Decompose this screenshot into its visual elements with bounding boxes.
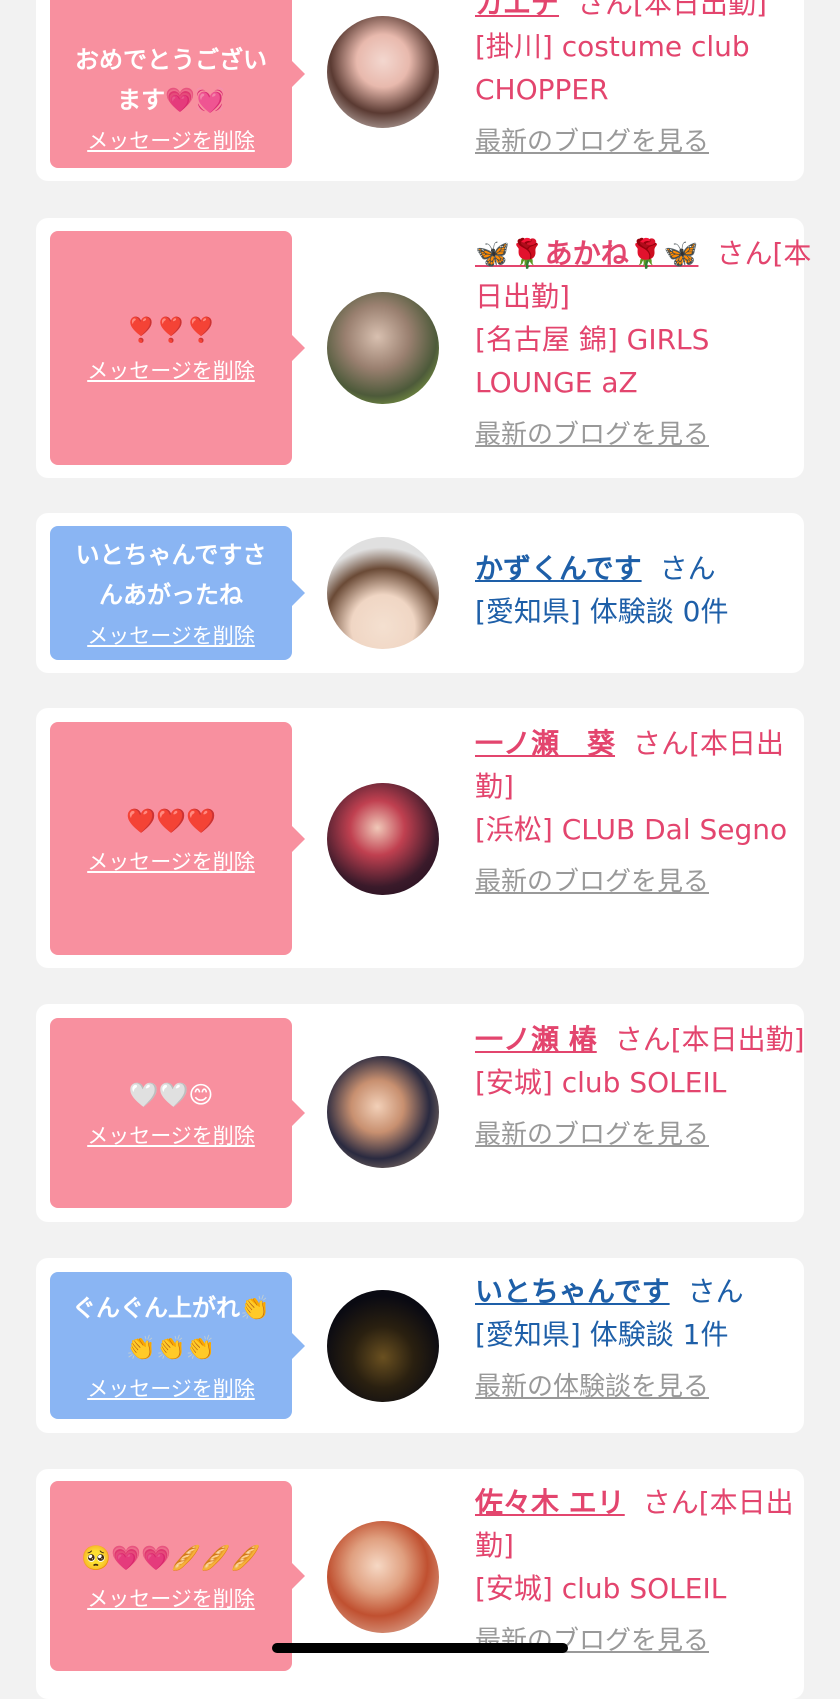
delete-message-link[interactable]: メッセージを削除: [87, 1121, 255, 1151]
message-bubble: いとちゃんですさ んあがったね メッセージを削除: [50, 526, 305, 660]
message-text: 🤍🤍😊: [128, 1081, 214, 1109]
user-info: 一ノ瀬 椿さん[本日出勤] [安城] club SOLEIL 最新のブログを見る: [475, 1018, 815, 1157]
user-name-link[interactable]: かずくんです: [475, 552, 642, 585]
message-bubble: おめでとうござい ます💗💓 メッセージを削除: [50, 0, 305, 168]
message-bubble: ❤️❤️❤️ メッセージを削除: [50, 722, 305, 955]
message-text: おめでとうござい ます💗💓: [75, 46, 267, 114]
user-status: さん[本日出勤]: [577, 0, 767, 20]
delete-message-link[interactable]: メッセージを削除: [87, 1374, 255, 1404]
delete-message-link[interactable]: メッセージを削除: [87, 621, 255, 651]
message-card: いとちゃんですさ んあがったね メッセージを削除 かずくんです さん [愛知県] …: [36, 513, 804, 673]
avatar[interactable]: [327, 783, 439, 895]
latest-blog-link[interactable]: 最新のブログを見る: [475, 861, 815, 904]
message-card: おめでとうござい ます💗💓 メッセージを削除 カエデ さん[本日出勤] [掛川] …: [36, 0, 804, 181]
user-name-link[interactable]: 🦋🌹あかね🌹🦋: [475, 237, 698, 270]
user-status: さん[本日出勤]: [614, 1023, 805, 1056]
message-card: ❤️❤️❤️ メッセージを削除 一ノ瀬 葵さん[本日出勤] [浜松] CLUB …: [36, 708, 804, 968]
message-bubble: 🤍🤍😊 メッセージを削除: [50, 1018, 305, 1208]
shop-name: [浜松] CLUB Dal Segno: [475, 813, 788, 846]
message-text: ❤️❤️❤️: [126, 806, 216, 835]
delete-message-link[interactable]: メッセージを削除: [87, 1584, 255, 1614]
shop-name: [名古屋 錦] GIRLS LOUNGE aZ: [475, 323, 710, 399]
user-status: さん: [687, 1275, 744, 1308]
shop-name: [愛知県] 体験談 1件: [475, 1318, 729, 1351]
avatar[interactable]: [327, 16, 439, 128]
avatar[interactable]: [327, 1290, 439, 1402]
message-bubble: 🥺💗💗🥖🥖🥖 メッセージを削除: [50, 1481, 305, 1671]
latest-blog-link[interactable]: 最新のブログを見る: [475, 1620, 815, 1663]
message-text: ぐんぐん上がれ👏 👏👏👏: [72, 1293, 270, 1362]
home-indicator[interactable]: [272, 1643, 568, 1653]
message-card: 🤍🤍😊 メッセージを削除 一ノ瀬 椿さん[本日出勤] [安城] club SOL…: [36, 1004, 805, 1222]
user-name-link[interactable]: いとちゃんです: [475, 1275, 670, 1308]
message-card: ❣️❣️❣️ メッセージを削除 🦋🌹あかね🌹🦋 さん[本日出勤] [名古屋 錦] …: [36, 218, 811, 478]
shop-name: [掛川] costume club CHOPPER: [475, 30, 750, 106]
latest-blog-link[interactable]: 最新のブログを見る: [475, 414, 815, 457]
user-info: 佐々木 エリ さん[本日出勤] [安城] club SOLEIL 最新のブログを見…: [475, 1481, 815, 1663]
user-name-link[interactable]: 一ノ瀬 葵: [475, 727, 615, 760]
delete-message-link[interactable]: メッセージを削除: [87, 356, 255, 386]
avatar[interactable]: [327, 1056, 439, 1168]
shop-name: [愛知県] 体験談 0件: [475, 595, 729, 628]
message-text: 🥺💗💗🥖🥖🥖: [81, 1544, 261, 1572]
message-card: 🥺💗💗🥖🥖🥖 メッセージを削除 佐々木 エリ さん[本日出勤] [安城] club…: [36, 1469, 804, 1699]
message-text: いとちゃんですさ んあがったね: [75, 541, 267, 609]
avatar[interactable]: [327, 537, 439, 649]
message-card: ぐんぐん上がれ👏 👏👏👏 メッセージを削除 いとちゃんです さん [愛知県] 体験…: [36, 1258, 804, 1433]
avatar[interactable]: [327, 1521, 439, 1633]
delete-message-link[interactable]: メッセージを削除: [87, 847, 255, 877]
user-name-link[interactable]: 一ノ瀬 椿: [475, 1023, 597, 1056]
shop-name: [安城] club SOLEIL: [475, 1572, 727, 1605]
user-info: いとちゃんです さん [愛知県] 体験談 1件 最新の体験談を見る: [475, 1270, 815, 1409]
user-status: さん: [659, 552, 716, 585]
message-bubble: ぐんぐん上がれ👏 👏👏👏 メッセージを削除: [50, 1272, 305, 1419]
user-info: かずくんです さん [愛知県] 体験談 0件: [475, 547, 815, 633]
user-name-link[interactable]: カエデ: [475, 0, 559, 20]
user-info: カエデ さん[本日出勤] [掛川] costume club CHOPPER 最新…: [475, 0, 815, 164]
latest-blog-link[interactable]: 最新のブログを見る: [475, 121, 815, 164]
user-info: 一ノ瀬 葵さん[本日出勤] [浜松] CLUB Dal Segno 最新のブログ…: [475, 722, 815, 904]
message-text: ❣️❣️❣️: [126, 316, 216, 344]
user-name-link[interactable]: 佐々木 エリ: [475, 1486, 625, 1519]
latest-blog-link[interactable]: 最新のブログを見る: [475, 1114, 815, 1157]
shop-name: [安城] club SOLEIL: [475, 1066, 727, 1099]
avatar[interactable]: [327, 292, 439, 404]
user-info: 🦋🌹あかね🌹🦋 さん[本日出勤] [名古屋 錦] GIRLS LOUNGE aZ …: [475, 232, 815, 457]
latest-experience-link[interactable]: 最新の体験談を見る: [475, 1366, 815, 1409]
message-bubble: ❣️❣️❣️ メッセージを削除: [50, 231, 305, 465]
delete-message-link[interactable]: メッセージを削除: [87, 126, 255, 156]
